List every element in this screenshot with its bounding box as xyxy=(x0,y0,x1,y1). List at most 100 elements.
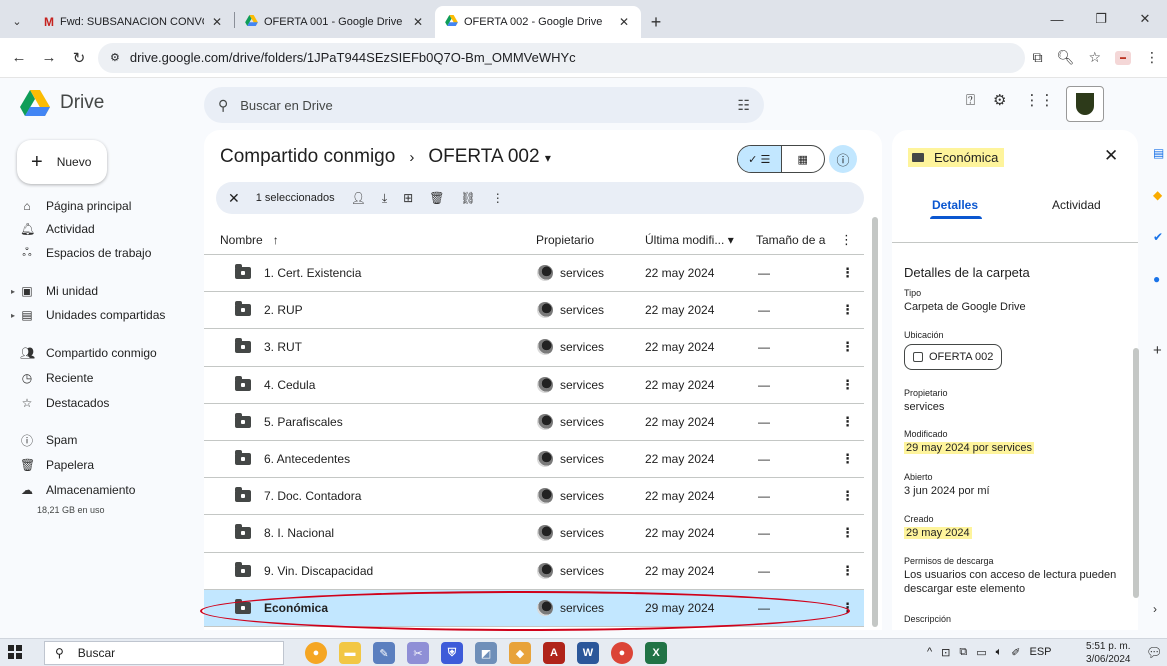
taskbar-clock[interactable]: 5:51 p. m. 3/06/2024 xyxy=(1086,640,1131,666)
add-addon-icon[interactable]: + xyxy=(1153,342,1162,359)
settings-gear-icon[interactable]: ⚙ xyxy=(993,91,1006,109)
close-tab-icon[interactable]: ✕ xyxy=(411,15,425,29)
taskbar-app-file-explorer-icon[interactable]: ▬ xyxy=(339,642,361,664)
forward-icon[interactable]: → xyxy=(38,49,60,66)
table-row[interactable]: 1. Cert. Existencia services 22 may 2024… xyxy=(204,255,864,293)
browser-menu-icon[interactable]: ⋮ xyxy=(1145,49,1159,66)
keep-icon[interactable]: ◆ xyxy=(1153,188,1162,202)
tray-onedrive-icon[interactable]: ⧉ xyxy=(959,646,967,659)
taskbar-app-chrome-canary-icon[interactable]: ◆ xyxy=(509,642,531,664)
tab-details[interactable]: Detalles xyxy=(932,198,978,212)
row-more-icon[interactable]: ⋮ xyxy=(841,302,854,318)
windows-start-icon[interactable] xyxy=(8,645,22,659)
chevron-right-icon[interactable]: › xyxy=(1153,602,1157,616)
tab-activity[interactable]: Actividad xyxy=(1052,198,1101,212)
volume-muted-icon[interactable]: 🔈︎ xyxy=(996,646,1003,659)
sidebar-item-storage[interactable]: ☁ Almacenamiento xyxy=(20,479,135,501)
breadcrumb-root[interactable]: Compartido conmigo xyxy=(220,146,395,168)
link-icon[interactable]: ⛓ xyxy=(460,191,475,205)
row-more-icon[interactable]: ⋮ xyxy=(841,265,854,281)
table-row[interactable]: 6. Antecedentes services 22 may 2024 — ⋮ xyxy=(204,441,864,479)
location-chip[interactable]: OFERTA 002 xyxy=(904,344,1003,370)
row-more-icon[interactable]: ⋮ xyxy=(841,377,854,393)
profile-avatar-icon[interactable]: ▬ xyxy=(1115,50,1131,65)
search-input[interactable]: ⚲ Buscar en Drive ☷ xyxy=(204,87,764,123)
minimize-icon[interactable]: — xyxy=(1035,0,1079,38)
row-more-icon[interactable]: ⋮ xyxy=(841,414,854,430)
tray-app-icon[interactable]: ⊡ xyxy=(941,646,950,659)
sidebar-item-recent[interactable]: ◷ Reciente xyxy=(20,367,94,389)
table-row[interactable]: 4. Cedula services 22 may 2024 — ⋮ xyxy=(204,367,864,404)
row-more-icon[interactable]: ⋮ xyxy=(841,600,854,616)
row-more-icon[interactable]: ⋮ xyxy=(841,451,854,467)
column-owner[interactable]: Propietario xyxy=(536,233,594,247)
row-more-icon[interactable]: ⋮ xyxy=(841,563,854,579)
row-more-icon[interactable]: ⋮ xyxy=(841,339,854,355)
table-row[interactable]: 3. RUT services 22 may 2024 — ⋮ xyxy=(204,329,864,367)
sidebar-item-shared-with-me[interactable]: 👥︎ Compartido conmigo xyxy=(20,342,157,364)
search-icon[interactable]: ⚲ xyxy=(218,97,228,114)
chevron-up-icon[interactable]: ^ xyxy=(927,646,932,659)
trash-icon[interactable]: 🗑︎ xyxy=(429,191,444,205)
table-row[interactable]: 7. Doc. Contadora services 22 may 2024 —… xyxy=(204,478,864,516)
taskbar-app-chrome-icon[interactable]: ● xyxy=(305,642,327,664)
file-list-scrollbar[interactable] xyxy=(872,217,878,627)
taskbar-app-pen-icon[interactable]: ✎ xyxy=(373,642,395,664)
tab-search-dropdown-icon[interactable]: ⌄ xyxy=(0,4,34,38)
column-size[interactable]: Tamaño de a xyxy=(756,233,825,247)
drive-brand[interactable]: Drive xyxy=(20,90,104,116)
taskbar-app-snipping-icon[interactable]: ✂ xyxy=(407,642,429,664)
table-row-selected[interactable]: Económica services 29 may 2024 — ⋮ xyxy=(204,589,864,627)
sidebar-item-starred[interactable]: ☆ Destacados xyxy=(20,392,110,414)
restore-icon[interactable]: ❐ xyxy=(1079,0,1123,38)
row-more-icon[interactable]: ⋮ xyxy=(841,525,854,541)
expand-caret-icon[interactable]: ▸ xyxy=(11,287,15,296)
move-icon[interactable]: ⊞ xyxy=(403,191,413,205)
taskbar-app-chrome-profile-icon[interactable]: ● xyxy=(611,642,633,664)
table-row[interactable]: 8. I. Nacional services 22 may 2024 — ⋮ xyxy=(204,515,864,553)
table-row[interactable]: 5. Parafiscales services 22 may 2024 — ⋮ xyxy=(204,404,864,441)
taskbar-app-word-icon[interactable]: W xyxy=(577,642,599,664)
taskbar-app-excel-icon[interactable]: X xyxy=(645,642,667,664)
column-options-icon[interactable]: ⋮ xyxy=(840,232,853,248)
clear-selection-icon[interactable]: ✕ xyxy=(228,190,240,207)
info-icon[interactable]: ⓘ xyxy=(829,145,857,173)
browser-tab-gmail[interactable]: M Fwd: SUBSANACION CONVOCA ✕ xyxy=(34,6,234,38)
url-input[interactable]: ⚙ drive.google.com/drive/folders/1JPaT94… xyxy=(98,42,1025,73)
install-app-icon[interactable]: ⧉ xyxy=(1033,49,1043,66)
column-modified[interactable]: Última modifi... ▾ xyxy=(645,233,734,247)
close-tab-icon[interactable]: ✕ xyxy=(210,15,224,29)
language-indicator[interactable]: ESP xyxy=(1029,646,1051,659)
details-scrollbar[interactable] xyxy=(1133,348,1139,598)
help-icon[interactable]: ⍰ xyxy=(966,92,975,109)
expand-caret-icon[interactable]: ▸ xyxy=(11,311,15,320)
download-icon[interactable]: ⤓ xyxy=(382,191,387,206)
sidebar-item-shared-drives[interactable]: ▸ ▤ Unidades compartidas xyxy=(11,304,165,326)
more-actions-icon[interactable]: ⋮ xyxy=(492,191,504,205)
share-icon[interactable]: 👤︎ xyxy=(351,191,366,205)
table-row[interactable]: 9. Vin. Discapacidad services 22 may 202… xyxy=(204,553,864,590)
site-info-icon[interactable]: ⚙ xyxy=(110,51,120,64)
contacts-icon[interactable]: ● xyxy=(1153,272,1160,286)
search-options-icon[interactable]: ☷ xyxy=(737,97,750,114)
grid-view-icon[interactable]: ▦ xyxy=(782,146,825,172)
taskbar-search-input[interactable]: ⚲ Buscar xyxy=(44,641,284,665)
sidebar-item-activity[interactable]: 🔔︎ Actividad xyxy=(20,218,95,240)
sidebar-item-home[interactable]: ⌂ Página principal xyxy=(20,195,131,217)
notifications-icon[interactable]: 💬︎ xyxy=(1146,645,1163,661)
column-name[interactable]: Nombre ↑ xyxy=(220,233,279,247)
sidebar-item-workspaces[interactable]: ஃ Espacios de trabajo xyxy=(20,242,151,264)
reload-icon[interactable]: ↻ xyxy=(68,49,90,67)
new-button[interactable]: + Nuevo xyxy=(17,140,107,184)
taskbar-app-security-icon[interactable]: ⛨ xyxy=(441,642,463,664)
sidebar-item-spam[interactable]: ⓘ Spam xyxy=(20,429,77,451)
network-icon[interactable]: ▭ xyxy=(976,646,986,659)
new-tab-icon[interactable]: + xyxy=(641,6,671,38)
browser-tab-oferta-002[interactable]: OFERTA 002 - Google Drive ✕ xyxy=(435,6,641,38)
zoom-icon[interactable]: 🔍︎ xyxy=(1057,49,1075,66)
close-icon[interactable]: ✕ xyxy=(1104,146,1118,166)
breadcrumb-current[interactable]: OFERTA 002 ▾ xyxy=(428,146,551,168)
table-row[interactable]: 2. RUP services 22 may 2024 — ⋮ xyxy=(204,292,864,330)
account-avatar[interactable] xyxy=(1066,86,1104,122)
taskbar-app-people-icon[interactable]: ◩ xyxy=(475,642,497,664)
